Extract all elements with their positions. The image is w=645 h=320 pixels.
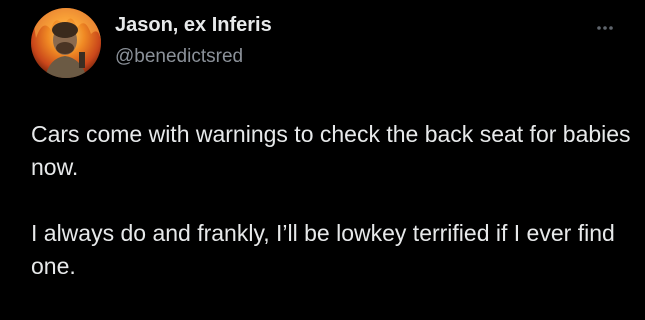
author-display-name[interactable]: Jason, ex Inferis <box>115 14 272 37</box>
tweet-paragraph: Cars come with warnings to check the bac… <box>31 121 631 180</box>
avatar-fire-portrait-icon <box>31 8 101 78</box>
author-handle[interactable]: @benedictsred <box>115 46 243 68</box>
more-horizontal-icon <box>597 26 613 30</box>
more-options-button[interactable] <box>591 21 619 35</box>
avatar[interactable] <box>31 8 101 78</box>
tweet-text: Cars come with warnings to check the bac… <box>31 118 631 283</box>
tweet-paragraph: I always do and frankly, I’ll be lowkey … <box>31 220 615 279</box>
tweet-card: Jason, ex Inferis @benedictsred Cars com… <box>0 0 645 320</box>
